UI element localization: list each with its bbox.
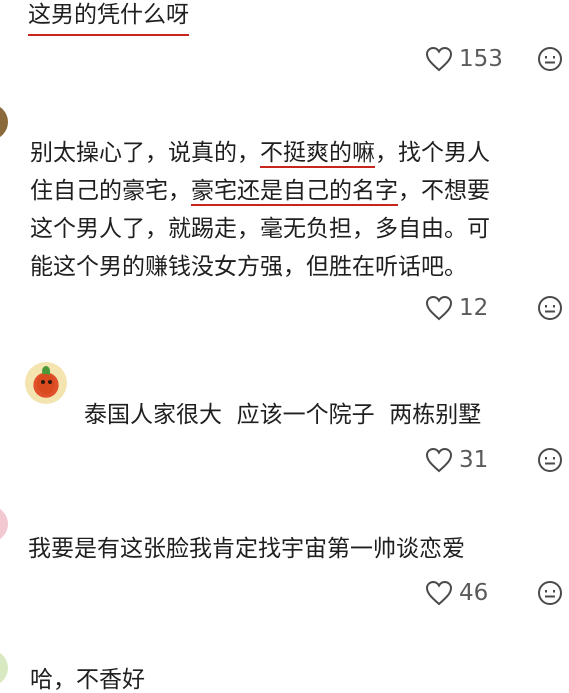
smiley-face-icon: [537, 295, 563, 321]
comment-line: 别太操心了，说真的，不挺爽的嘛，找个男人: [30, 134, 560, 172]
comment-actions: 12: [425, 293, 563, 323]
like-button[interactable]: 31: [425, 447, 515, 473]
avatar[interactable]: [0, 506, 8, 542]
comment-actions: 153: [425, 44, 563, 74]
text-segment: ，找个男人: [375, 140, 490, 166]
like-button[interactable]: 12: [425, 295, 515, 321]
avatar[interactable]: [25, 362, 67, 404]
smiley-face-icon: [537, 580, 563, 606]
comment-text: 哈，不香好: [30, 669, 145, 692]
smiley-face-icon: [537, 46, 563, 72]
text-segment: 住自己的豪宅，: [30, 178, 191, 204]
comment-line: 住自己的豪宅，豪宅还是自己的名字，不想要: [30, 172, 560, 210]
comment-text: 别太操心了，说真的，不挺爽的嘛，找个男人 住自己的豪宅，豪宅还是自己的名字，不想…: [30, 134, 560, 286]
text-segment: 这个男人了，就踢走，毫无负担，多自由。可: [30, 216, 490, 242]
comment-body: 哈，不香好: [30, 667, 145, 693]
underlined-segment: 豪宅还是自己的名字: [191, 178, 398, 204]
heart-outline-icon: [425, 580, 453, 606]
avatar-face: [37, 374, 55, 394]
reaction-button[interactable]: [537, 295, 563, 321]
comment-line: 能这个男的赚钱没女方强，但胜在听话吧。: [30, 248, 560, 286]
avatar-eye: [48, 380, 52, 384]
avatar-eye: [41, 380, 45, 384]
like-count: 46: [459, 580, 489, 606]
underlined-segment: 不挺爽的嘛: [260, 140, 375, 166]
comment-text: 这男的凭什么呀: [28, 4, 189, 36]
like-count: 12: [459, 295, 489, 321]
like-button[interactable]: 46: [425, 580, 515, 606]
avatar[interactable]: [0, 104, 8, 140]
comment-body: 这男的凭什么呀: [28, 2, 189, 28]
avatar[interactable]: [0, 650, 8, 686]
like-count: 31: [459, 447, 489, 473]
comment-text: 我要是有这张脸我肯定找宇宙第一帅谈恋爱: [28, 538, 465, 561]
text-segment: 别太操心了，说真的，: [30, 140, 260, 166]
smiley-face-icon: [537, 447, 563, 473]
comment-body: 我要是有这张脸我肯定找宇宙第一帅谈恋爱: [28, 536, 465, 562]
like-button[interactable]: 153: [425, 46, 515, 72]
reaction-button[interactable]: [537, 580, 563, 606]
comment-line: 这个男人了，就踢走，毫无负担，多自由。可: [30, 210, 560, 248]
text-segment: ，不想要: [398, 178, 490, 204]
heart-outline-icon: [425, 295, 453, 321]
reaction-button[interactable]: [537, 46, 563, 72]
heart-outline-icon: [425, 447, 453, 473]
heart-outline-icon: [425, 46, 453, 72]
comment-text: 泰国人家很大 应该一个院子 两栋别墅: [84, 404, 481, 427]
comment-actions: 46: [425, 578, 563, 608]
comment-body: 泰国人家很大 应该一个院子 两栋别墅: [84, 402, 482, 428]
text-segment: 能这个男的赚钱没女方强，但胜在听话吧。: [30, 254, 467, 280]
reaction-button[interactable]: [537, 447, 563, 473]
like-count: 153: [459, 46, 503, 72]
comment-actions: 31: [425, 445, 563, 475]
